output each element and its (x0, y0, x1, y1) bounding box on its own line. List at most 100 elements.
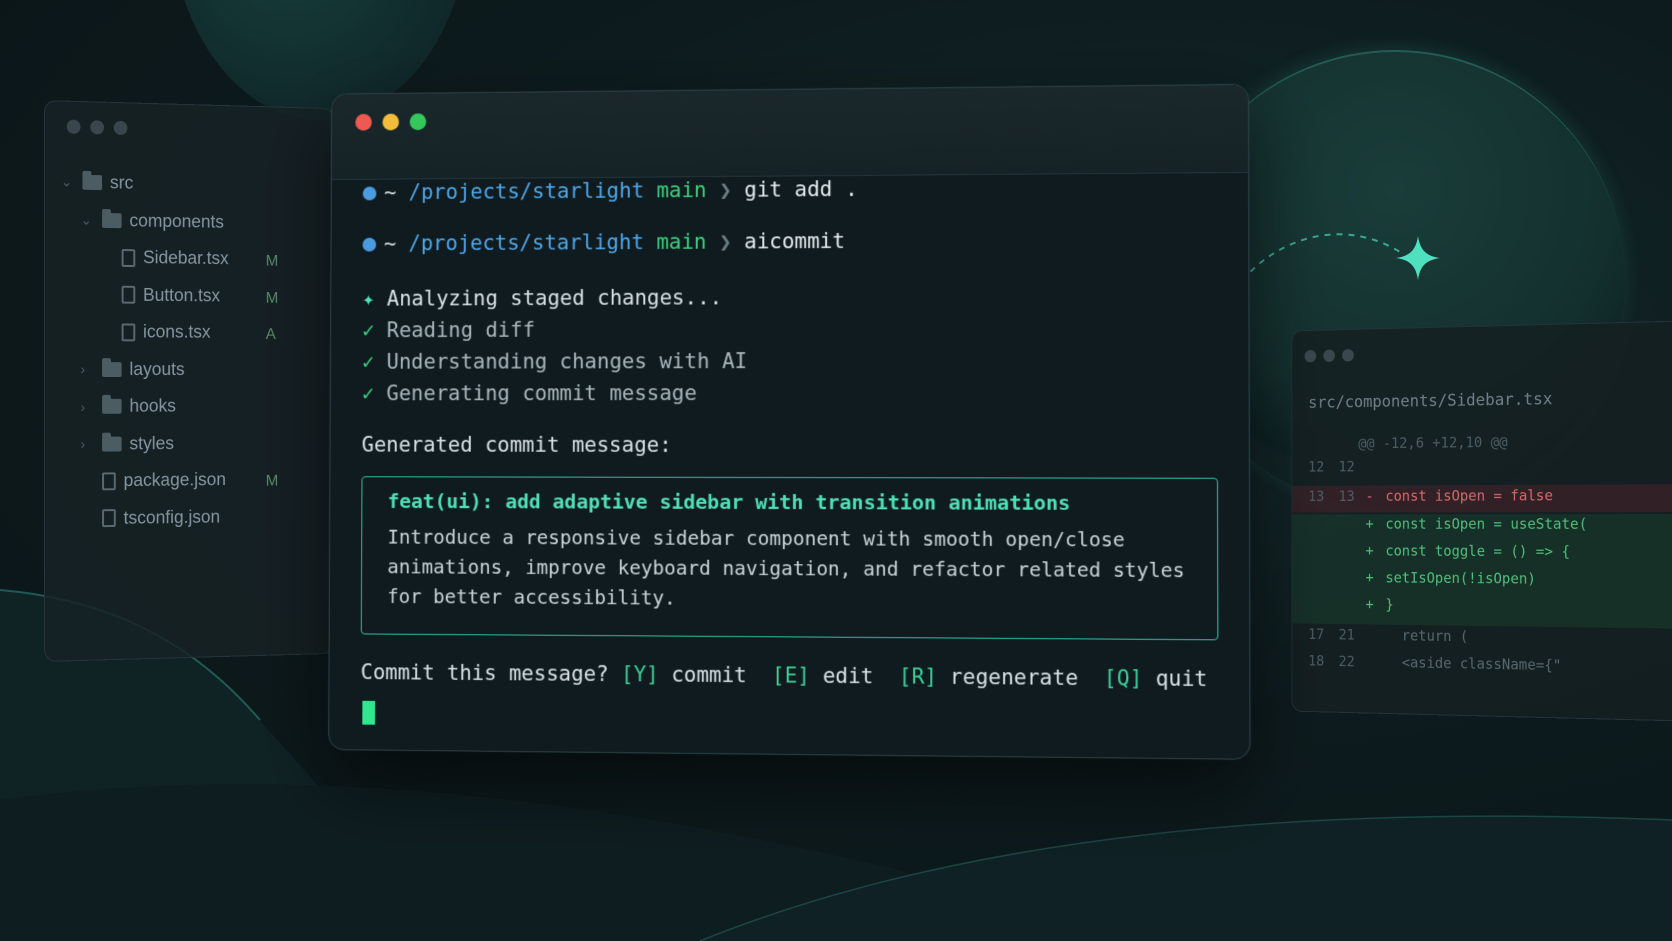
tree-label: styles (129, 432, 175, 453)
tree-folder[interactable]: › styles (81, 433, 174, 454)
diff-dot (1304, 349, 1317, 363)
tree-file[interactable]: icons.tsx (100, 321, 211, 342)
prompt-command: git add . (744, 176, 858, 202)
check-icon: ✓ (362, 318, 375, 343)
diff-dot (1323, 349, 1335, 363)
diff-dot (1342, 348, 1354, 362)
tree-folder[interactable]: › hooks (81, 396, 176, 417)
option-label: regenerate (949, 664, 1079, 691)
option-regenerate[interactable]: [R] regenerate (899, 664, 1078, 690)
diff-code: const isOpen = false (1385, 486, 1553, 505)
step-text: Analyzing staged changes... (386, 285, 723, 311)
step-line: ✦ Analyzing staged changes... (362, 285, 722, 310)
tree-label: components (129, 209, 224, 232)
prompt-line: ~ /projects/starlight main ❯ git add . (362, 176, 858, 204)
prompt-path: /projects/starlight (408, 230, 644, 256)
chevron-right-icon: › (80, 398, 86, 415)
terminal-window[interactable]: ~ /projects/starlight main ❯ git add . ~… (328, 84, 1251, 760)
terminal-cursor[interactable] (362, 700, 376, 725)
tree-file[interactable]: tsconfig.json (81, 506, 221, 529)
file-icon (102, 509, 116, 528)
step-text: Reading diff (386, 317, 535, 343)
prompt-dot-icon (362, 237, 377, 252)
file-icon (121, 248, 136, 267)
option-key: [Y] (621, 662, 659, 687)
check-icon: ✓ (361, 381, 375, 406)
step-line: ✓ Understanding changes with AI (362, 349, 747, 374)
git-status-badge: M (265, 289, 279, 307)
step-text: Generating commit message (386, 381, 697, 406)
prompt-dot-icon (362, 186, 377, 201)
option-key: [Q] (1103, 665, 1143, 691)
diff-marker: + (1365, 515, 1374, 533)
diff-code: const toggle = () => { (1385, 542, 1571, 561)
tree-file[interactable]: package.json (81, 469, 226, 491)
diff-marker: + (1365, 595, 1374, 614)
tree-label: package.json (123, 469, 226, 491)
dashed-connector (1234, 233, 1401, 291)
file-tree: ⌄ src ⌄ components Sidebar.tsx M Button.tsx Mic… (45, 101, 333, 527)
diff-filename: src/components/Sidebar.tsx (1308, 389, 1553, 413)
prompt-line: ~ /projects/starlight main ❯ aicommit (362, 228, 846, 256)
tree-file[interactable]: Button.tsx (100, 284, 220, 306)
diff-marker: - (1365, 487, 1374, 505)
prompt-branch: main (656, 229, 707, 254)
git-status-badge: M (265, 472, 279, 490)
explorer-dot (66, 119, 81, 134)
traffic-lights (355, 113, 427, 131)
tree-folder[interactable]: ⌄ components (81, 209, 224, 232)
diff-window-dots (1304, 348, 1354, 363)
tree-folder[interactable]: › layouts (81, 359, 185, 380)
option-commit[interactable]: [Y] commit (621, 662, 747, 687)
diff-line-number-old: 17 (1308, 625, 1325, 643)
folder-icon (102, 212, 122, 228)
folder-icon (82, 174, 103, 191)
folder-icon (102, 436, 122, 452)
commit-body: Introduce a responsive sidebar component… (387, 523, 1185, 617)
option-key: [R] (898, 664, 938, 689)
diff-code: return ( (1401, 626, 1469, 646)
file-icon (121, 285, 136, 304)
minimize-button[interactable] (382, 113, 400, 131)
tree-label: src (109, 172, 134, 193)
diff-code: const isOpen = useState( (1385, 515, 1588, 533)
file-explorer-panel: ⌄ src ⌄ components Sidebar.tsx M Button.tsx Mic… (44, 100, 335, 662)
diff-lines: 12 12 13 13- const isOpen = false + const isOp… (1292, 321, 1672, 674)
option-quit[interactable]: [Q] quit (1104, 666, 1208, 691)
diff-line-number-old: 18 (1308, 652, 1325, 670)
tree-folder[interactable]: ⌄ src (61, 171, 134, 193)
option-label: quit (1155, 666, 1208, 692)
prompt-arrow-icon: ❯ (719, 177, 732, 202)
file-icon (121, 322, 136, 341)
diff-line-number-old: 12 (1308, 458, 1325, 476)
diff-panel: src/components/Sidebar.tsx @@ -12,6 +12,… (1291, 320, 1672, 722)
terminal-titlebar[interactable] (331, 85, 1249, 181)
step-line: ✓ Generating commit message (362, 381, 697, 405)
check-icon: ✓ (361, 349, 375, 374)
diff-marker: + (1365, 542, 1374, 560)
option-edit[interactable]: [E] edit (772, 663, 873, 688)
commit-body-line: for better accessibility. (387, 585, 676, 610)
tree-file[interactable]: Sidebar.tsx (100, 247, 229, 269)
chevron-down-icon: ⌄ (60, 173, 73, 190)
sparkle-star-icon (1396, 236, 1440, 280)
maximize-button[interactable] (409, 113, 427, 131)
diff-code: <aside className={" (1401, 653, 1562, 675)
diff-code: setIsOpen(!isOpen) (1385, 568, 1536, 588)
explorer-window-dots (66, 119, 128, 136)
diff-line-number-new: 13 (1338, 487, 1355, 505)
step-text: Understanding changes with AI (386, 349, 748, 374)
chevron-right-icon: › (80, 361, 86, 378)
prompt-command: aicommit (744, 228, 846, 254)
git-status-badge: A (265, 326, 276, 343)
step-line: ✓ Reading diff (362, 318, 535, 342)
tree-label: tsconfig.json (123, 506, 221, 528)
file-icon (102, 471, 116, 490)
diff-hunk-header: @@ -12,6 +12,10 @@ (1358, 433, 1508, 453)
commit-message-box: feat(ui): add adaptive sidebar with tran… (360, 476, 1219, 641)
prompt-branch: main (656, 178, 707, 203)
diff-line-number-new: 21 (1338, 625, 1355, 644)
close-button[interactable] (355, 113, 372, 131)
explorer-dot (90, 120, 105, 135)
git-status-badge: M (265, 252, 279, 270)
